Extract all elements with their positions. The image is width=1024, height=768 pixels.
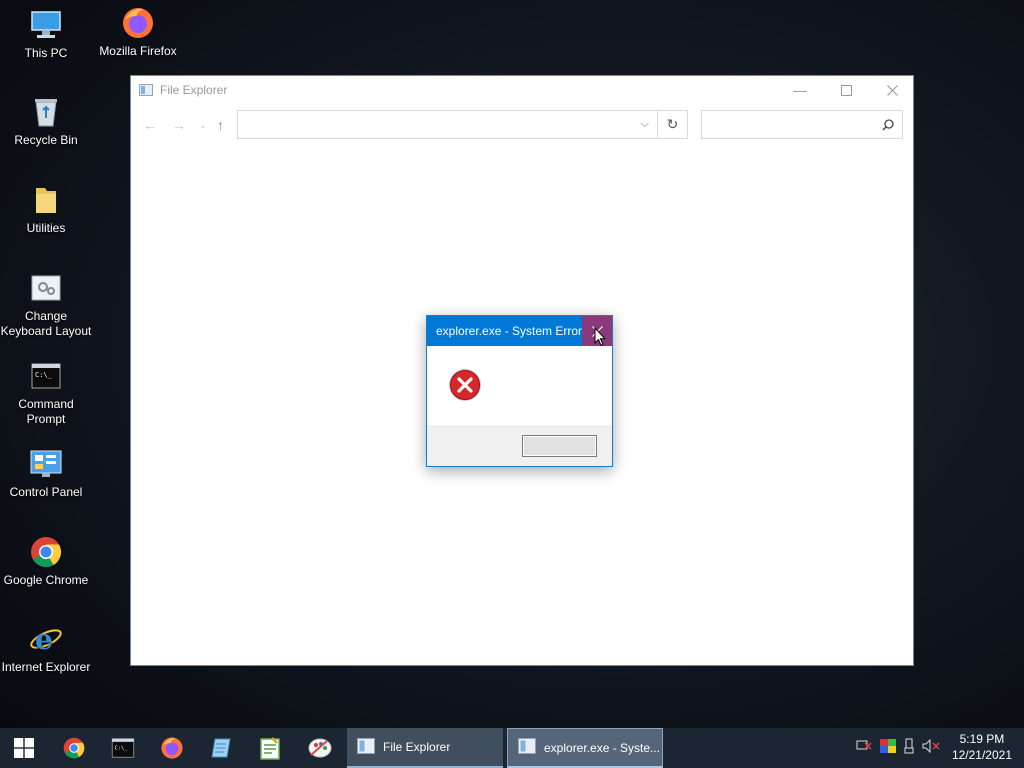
error-dialog-footer (427, 425, 612, 466)
command-prompt-icon: C:\_ (29, 359, 63, 393)
desktop-icon-label: Command Prompt (18, 397, 74, 426)
close-button[interactable] (869, 76, 915, 104)
desktop-icon-label: Utilities (26, 221, 66, 235)
error-dialog-body (427, 346, 612, 425)
desktop-icon-internet-explorer[interactable]: e Internet Explorer (0, 622, 92, 675)
error-dialog-title: explorer.exe - System Error (436, 324, 583, 338)
address-bar[interactable]: ⌵ (237, 110, 688, 139)
error-dialog-titlebar[interactable]: explorer.exe - System Error (427, 316, 612, 346)
mouse-cursor-icon (594, 326, 607, 352)
desktop-icon-label: Internet Explorer (1, 660, 91, 674)
refresh-icon: ↻ (666, 116, 679, 132)
svg-text:C:\_: C:\_ (115, 746, 129, 752)
desktop-icon-change-keyboard-layout[interactable]: Change Keyboard Layout (0, 271, 92, 339)
volume-muted-icon[interactable] (922, 738, 940, 758)
desktop-icon-google-chrome[interactable]: Google Chrome (0, 535, 92, 588)
up-arrow-icon: ↑ (217, 117, 224, 133)
text-editor-icon (260, 737, 280, 760)
taskbar-clock[interactable]: 5:19 PM 12/21/2021 (952, 731, 1012, 763)
file-explorer-navbar: ← → ⌄ ↑ ⌵ ↻ (131, 110, 913, 142)
desktop-icon-control-panel[interactable]: Control Panel (0, 447, 92, 500)
taskbar-item-file-explorer[interactable]: File Explorer (347, 728, 503, 768)
chrome-icon (63, 737, 85, 759)
start-button[interactable] (0, 728, 48, 768)
desktop-icon-label: Mozilla Firefox (99, 44, 177, 58)
color-display-icon[interactable] (880, 738, 896, 758)
back-arrow-icon: ← (143, 117, 157, 133)
forward-button[interactable]: → (172, 117, 186, 133)
desktop-icon-label: Change Keyboard Layout (0, 309, 92, 338)
minimize-icon: — (793, 82, 807, 98)
up-button[interactable]: ↑ (217, 117, 224, 133)
error-icon (448, 368, 482, 407)
chrome-icon (29, 535, 63, 569)
chevron-down-icon: ⌄ (199, 120, 207, 130)
maximize-button[interactable] (823, 76, 869, 104)
taskbar-chrome-button[interactable] (50, 728, 98, 768)
search-input[interactable] (701, 110, 903, 139)
paint-icon (308, 738, 332, 758)
taskbar-command-prompt-button[interactable]: C:\_ (99, 728, 147, 768)
recent-locations-button[interactable]: ⌄ (199, 120, 207, 131)
command-prompt-icon: C:\_ (111, 738, 135, 758)
usb-device-icon[interactable] (904, 738, 914, 759)
svg-text:e: e (35, 623, 53, 655)
desktop-icon-recycle-bin[interactable]: Recycle Bin (0, 95, 92, 148)
desktop-icon-command-prompt[interactable]: C:\_ Command Prompt (0, 359, 92, 427)
folder-icon (29, 183, 63, 217)
desktop-icon-firefox[interactable]: Mozilla Firefox (92, 6, 184, 59)
clock-date: 12/21/2021 (951, 748, 1012, 762)
address-dropdown-icon[interactable]: ⌵ (641, 118, 649, 131)
file-explorer-titlebar[interactable]: File Explorer — (131, 76, 913, 104)
network-icon[interactable] (856, 739, 872, 758)
close-icon (886, 84, 898, 96)
taskbar: C:\_ File Explorer explorer.exe - Syste.… (0, 728, 1024, 768)
desktop-icon-label: Recycle Bin (14, 133, 78, 147)
file-explorer-icon (357, 737, 375, 757)
recycle-bin-icon (29, 95, 63, 129)
system-tray (856, 728, 940, 768)
system-error-dialog: explorer.exe - System Error (426, 315, 613, 467)
taskbar-firefox-button[interactable] (148, 728, 196, 768)
taskbar-editor-button[interactable] (246, 728, 294, 768)
desktop-icon-label: Google Chrome (3, 573, 89, 587)
desktop-icon-this-pc[interactable]: This PC (0, 8, 92, 61)
back-button[interactable]: ← (143, 117, 157, 133)
firefox-icon (161, 737, 183, 759)
computer-icon (29, 8, 63, 42)
taskbar-item-label: File Explorer (383, 740, 451, 754)
notepad-icon (211, 738, 231, 758)
desktop-icon-utilities[interactable]: Utilities (0, 183, 92, 236)
desktop-icon-label: This PC (24, 46, 68, 60)
settings-window-icon (29, 271, 63, 305)
file-explorer-icon (139, 83, 153, 101)
file-explorer-title: File Explorer (160, 83, 228, 97)
taskbar-paint-button[interactable] (296, 728, 344, 768)
minimize-button[interactable]: — (777, 76, 823, 104)
taskbar-item-system-error[interactable]: explorer.exe - Syste... (507, 728, 663, 768)
refresh-button[interactable]: ↻ (657, 110, 688, 139)
taskbar-item-label: explorer.exe - Syste... (544, 740, 661, 755)
windows-logo-icon (14, 738, 34, 758)
forward-arrow-icon: → (172, 117, 186, 133)
firefox-icon (121, 6, 155, 40)
control-panel-icon (29, 447, 63, 481)
desktop-icon-label: Control Panel (9, 485, 83, 499)
dialog-window-icon (518, 738, 536, 757)
ok-button[interactable] (522, 435, 597, 457)
svg-text:C:\_: C:\_ (35, 371, 53, 379)
search-icon (882, 118, 894, 136)
internet-explorer-icon: e (29, 622, 63, 656)
clock-time: 5:19 PM (959, 732, 1005, 746)
maximize-icon (840, 84, 852, 96)
taskbar-notepad-button[interactable] (197, 728, 245, 768)
